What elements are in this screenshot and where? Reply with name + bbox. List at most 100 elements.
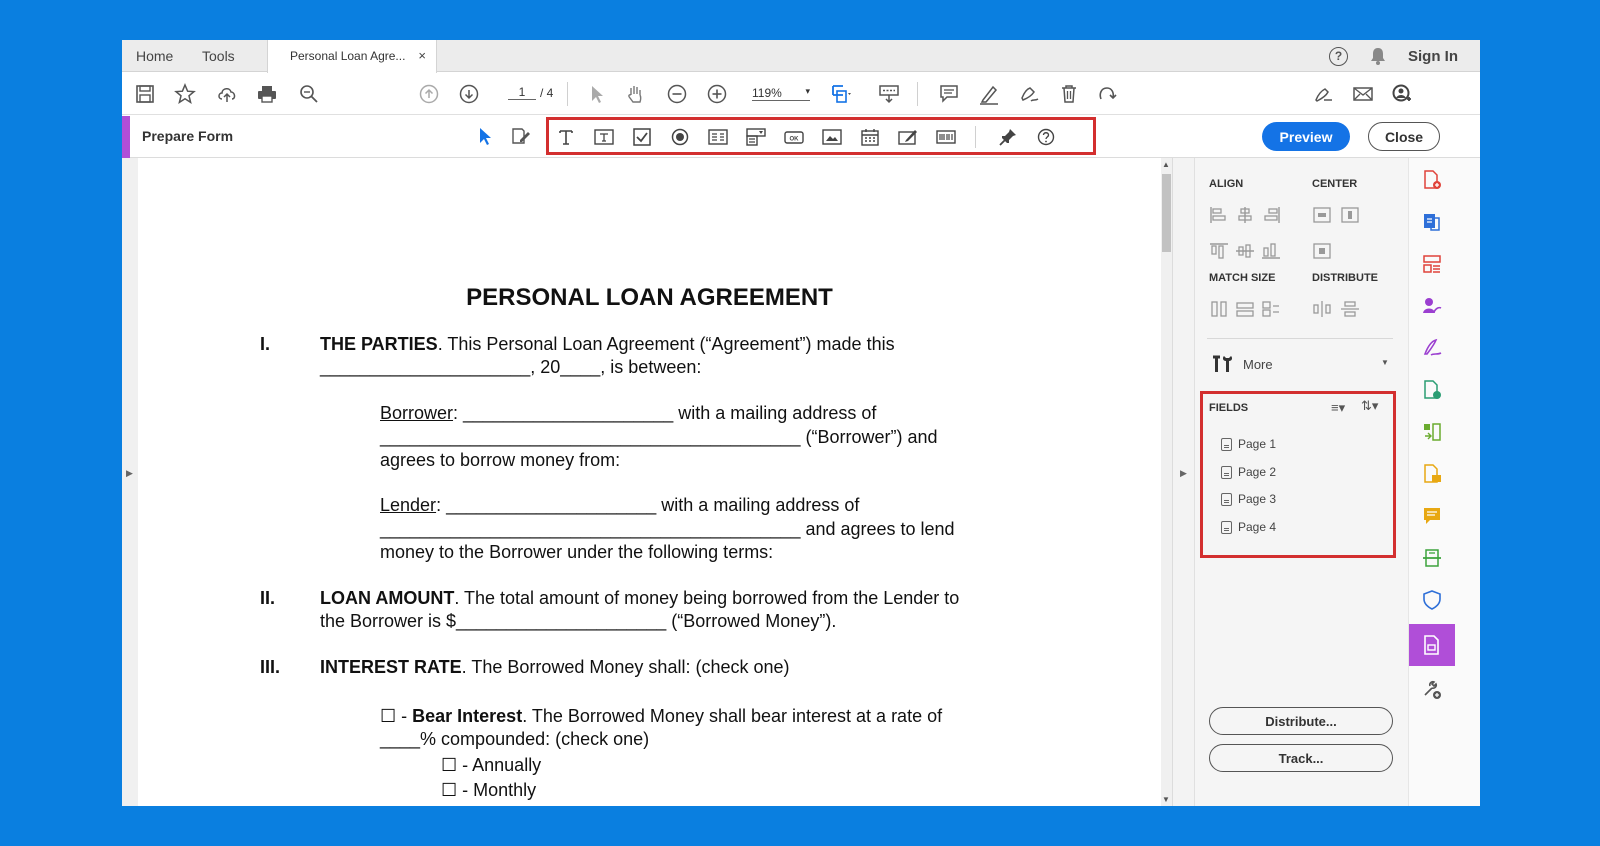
previous-page-icon[interactable]	[416, 81, 442, 107]
chevron-down-icon: ▼	[1381, 358, 1389, 367]
align-center-horizontal-icon[interactable]	[1235, 206, 1255, 224]
edit-form-icon[interactable]	[508, 123, 534, 149]
delete-icon[interactable]	[1056, 81, 1082, 107]
hand-tool-icon[interactable]	[622, 81, 648, 107]
close-button[interactable]: Close	[1368, 122, 1440, 151]
center-both-icon[interactable]	[1312, 242, 1332, 260]
match-width-icon[interactable]	[1235, 300, 1255, 318]
document-content: PERSONAL LOAN AGREEMENT I. THE PARTIES. …	[138, 158, 1161, 806]
text-tool-icon[interactable]	[555, 127, 577, 147]
highlight-pen-icon[interactable]	[976, 81, 1002, 107]
sort-order-icon[interactable]: ≡▾	[1331, 400, 1345, 416]
signature-field-icon[interactable]	[897, 127, 919, 147]
center-horizontal-icon[interactable]	[1312, 206, 1332, 224]
email-icon[interactable]	[1350, 81, 1376, 107]
section-text: . The Borrowed Money shall: (check one)	[461, 657, 790, 677]
align-bottom-icon[interactable]	[1261, 242, 1281, 260]
align-top-icon[interactable]	[1209, 242, 1229, 260]
help-icon[interactable]: ?	[1329, 46, 1348, 66]
document-page: PERSONAL LOAN AGREEMENT I. THE PARTIES. …	[138, 158, 1161, 806]
tab-tools[interactable]: Tools	[202, 40, 235, 72]
vertical-scrollbar[interactable]: ▲ ▼	[1161, 158, 1172, 806]
barcode-icon[interactable]	[935, 127, 957, 147]
scroll-up-icon[interactable]: ▲	[1162, 160, 1170, 169]
zoom-in-icon[interactable]	[704, 81, 730, 107]
star-icon[interactable]	[172, 81, 198, 107]
add-user-icon[interactable]	[1388, 81, 1414, 107]
page-field-label: Page 2	[1238, 465, 1277, 479]
pin-icon[interactable]	[997, 127, 1019, 147]
distribute-horizontal-icon[interactable]	[1312, 300, 1332, 318]
zoom-out-icon[interactable]	[664, 81, 690, 107]
page-field-item[interactable]: Page 1	[1221, 437, 1276, 451]
cloud-upload-icon[interactable]	[214, 81, 240, 107]
select-object-icon[interactable]	[472, 123, 498, 149]
page-icon	[1221, 520, 1232, 534]
form-help-icon[interactable]	[1035, 127, 1057, 147]
close-tab-icon[interactable]: ×	[418, 40, 426, 72]
align-right-icon[interactable]	[1261, 206, 1281, 224]
request-signatures-icon[interactable]	[1420, 294, 1444, 318]
fill-and-sign-icon[interactable]	[1420, 336, 1444, 360]
more-options-dropdown[interactable]: More	[1211, 354, 1273, 374]
distribute-button[interactable]: Distribute...	[1209, 707, 1393, 735]
more-tools-icon[interactable]	[1420, 678, 1444, 702]
zoom-search-icon[interactable]	[296, 81, 322, 107]
edit-pdf-icon[interactable]	[1420, 378, 1444, 402]
right-pane-toggle[interactable]: ▶	[1172, 158, 1194, 806]
create-pdf-icon[interactable]	[1420, 168, 1444, 192]
acrobat-window: Home Tools Personal Loan Agre... × ? Sig…	[122, 40, 1480, 806]
tab-home[interactable]: Home	[136, 40, 173, 72]
presentation-icon[interactable]	[876, 81, 902, 107]
section-number: III.	[260, 657, 281, 677]
page-number-input[interactable]: 1	[508, 85, 536, 100]
dropdown-field-icon[interactable]	[745, 127, 767, 147]
scroll-down-icon[interactable]: ▼	[1162, 795, 1170, 804]
comment-icon[interactable]	[936, 81, 962, 107]
track-button[interactable]: Track...	[1209, 744, 1393, 772]
match-height-icon[interactable]	[1209, 300, 1229, 318]
zoom-dropdown[interactable]: 119% ▾	[752, 86, 810, 101]
sort-alpha-icon[interactable]: ⇅▾	[1361, 398, 1378, 414]
form-tools-divider	[975, 126, 976, 148]
left-pane-toggle[interactable]: ▶	[122, 158, 138, 806]
page-field-item[interactable]: Page 2	[1221, 465, 1276, 479]
section-interest-rate: INTEREST RATE. The Borrowed Money shall:…	[320, 657, 790, 678]
fill-sign-icon[interactable]	[1016, 81, 1042, 107]
checkbox-icon[interactable]	[631, 127, 653, 147]
scroll-thumb[interactable]	[1162, 174, 1171, 252]
distribute-vertical-icon[interactable]	[1340, 300, 1360, 318]
compare-files-icon[interactable]	[1420, 420, 1444, 444]
next-page-icon[interactable]	[456, 81, 482, 107]
organize-pages-icon[interactable]	[1420, 252, 1444, 276]
scan-ocr-icon[interactable]	[1420, 546, 1444, 570]
section-text-line: the Borrower is $_____________________ (…	[320, 611, 837, 631]
align-middle-icon[interactable]	[1235, 242, 1255, 260]
center-vertical-icon[interactable]	[1340, 206, 1360, 224]
preview-button[interactable]: Preview	[1262, 122, 1350, 151]
page-field-item[interactable]: Page 3	[1221, 492, 1276, 506]
button-field-icon[interactable]: OK	[783, 127, 805, 147]
prepare-form-icon[interactable]	[1420, 633, 1444, 657]
select-pointer-icon[interactable]	[584, 81, 610, 107]
list-box-icon[interactable]	[707, 127, 729, 147]
page-field-item[interactable]: Page 4	[1221, 520, 1276, 534]
image-field-icon[interactable]	[821, 127, 843, 147]
align-left-icon[interactable]	[1209, 206, 1229, 224]
text-field-icon[interactable]	[593, 127, 615, 147]
print-icon[interactable]	[254, 81, 280, 107]
radio-button-icon[interactable]	[669, 127, 691, 147]
send-for-comments-icon[interactable]	[1420, 462, 1444, 486]
page-fit-icon[interactable]	[828, 81, 854, 107]
save-icon[interactable]	[132, 81, 158, 107]
comment-tool-icon[interactable]	[1420, 504, 1444, 528]
protect-icon[interactable]	[1420, 588, 1444, 612]
bell-icon[interactable]	[1370, 47, 1386, 65]
export-pdf-icon[interactable]	[1420, 210, 1444, 234]
date-field-icon[interactable]	[859, 127, 881, 147]
tab-document[interactable]: Personal Loan Agre... ×	[267, 40, 437, 73]
match-both-icon[interactable]	[1261, 300, 1281, 318]
sign-in-link[interactable]: Sign In	[1408, 48, 1458, 65]
rotate-icon[interactable]	[1094, 81, 1120, 107]
share-link-icon[interactable]	[1310, 81, 1336, 107]
